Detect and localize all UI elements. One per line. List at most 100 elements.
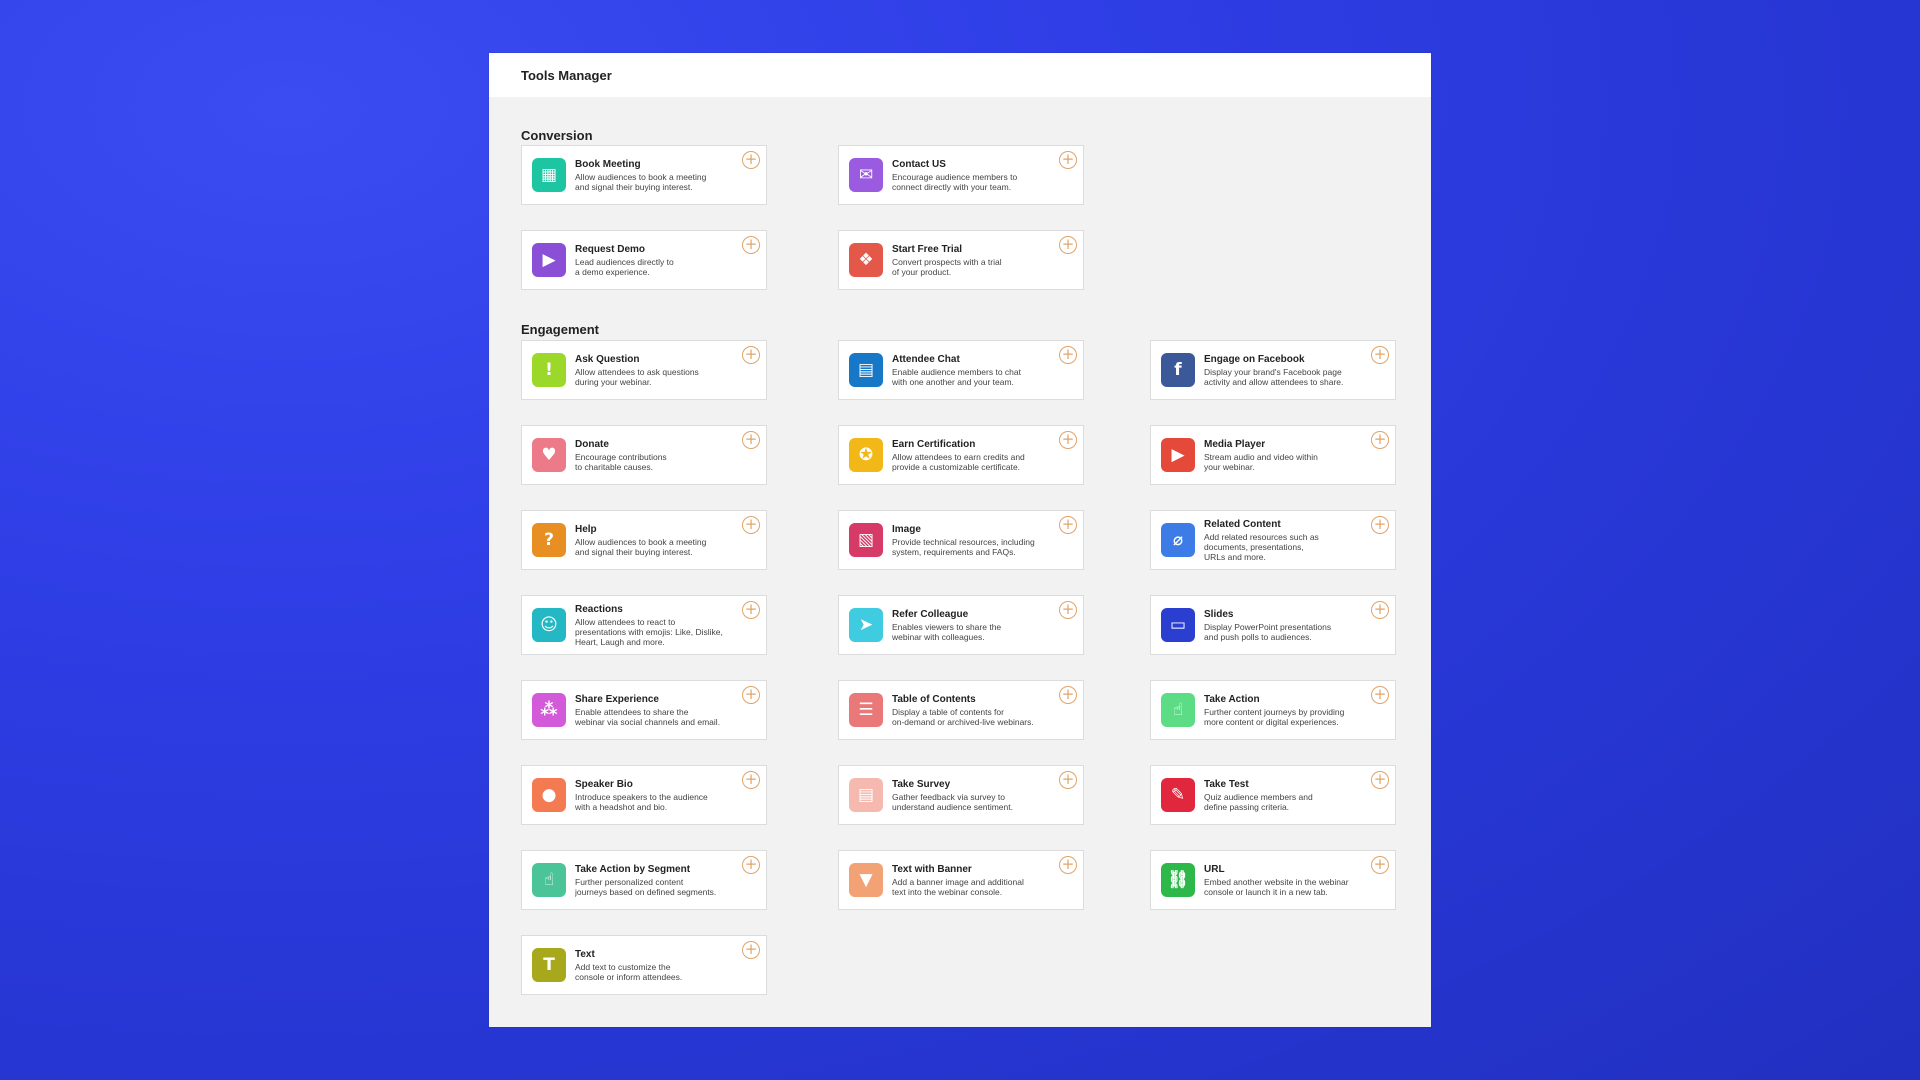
tool-card-description: Display a table of contents for on-deman… [892,706,1034,727]
person-icon: ● [532,778,566,812]
tool-card-text[interactable]: T Text Add text to customize the console o… [521,935,767,995]
tool-card-engage-on-facebook[interactable]: f Engage on Facebook Display your brand's … [1150,340,1396,400]
envelope-icon: ✉ [849,158,883,192]
tool-card-text: Attendee Chat Enable audience members to … [892,354,1056,387]
tool-card-title: Engage on Facebook [1204,353,1305,365]
add-tool-icon[interactable]: + [1059,516,1077,534]
tool-card-title: Share Experience [575,693,659,705]
add-tool-icon[interactable]: + [1059,771,1077,789]
add-tool-icon[interactable]: + [1059,686,1077,704]
tool-card-description: Display PowerPoint presentations and pus… [1204,621,1332,642]
tool-card-reactions[interactable]: ☺ Reactions Allow attendees to react to pr… [521,595,767,655]
add-tool-icon[interactable]: + [742,771,760,789]
tool-card-text: Book Meeting Allow audiences to book a me… [575,159,739,192]
tool-card-text: Media Player Stream audio and video withi… [1204,439,1368,472]
tool-card-help[interactable]: ? Help Allow audiences to book a meeting a… [521,510,767,570]
tool-card-title: Table of Contents [892,693,976,705]
ribbon-icon: ✪ [849,438,883,472]
tool-card-related-content[interactable]: ⌀ Related Content Add related resources su… [1150,510,1396,570]
add-tool-icon[interactable]: + [742,236,760,254]
tool-card-title: Speaker Bio [575,778,633,790]
tool-card-start-free-trial[interactable]: ❖ Start Free Trial Convert prospects with … [838,230,1084,290]
tool-card-text: Speaker Bio Introduce speakers to the aud… [575,779,739,812]
tool-card-title: Contact US [892,158,946,170]
tool-card-image[interactable]: ▧ Image Provide technical resources, inclu… [838,510,1084,570]
tool-card-book-meeting[interactable]: ▦ Book Meeting Allow audiences to book a m… [521,145,767,205]
add-tool-icon[interactable]: + [1371,686,1389,704]
tool-card-title: Text [575,948,595,960]
text-icon: T [532,948,566,982]
tool-card-title: Take Action by Segment [575,863,691,875]
add-tool-icon[interactable]: + [742,516,760,534]
add-tool-icon[interactable]: + [742,856,760,874]
add-tool-icon[interactable]: + [742,431,760,449]
tool-card-description: Encourage audience members to connect di… [892,171,1018,192]
tool-card-url[interactable]: ⛓ URL Embed another website in the webinar… [1150,850,1396,910]
tool-card-take-survey[interactable]: ▤ Take Survey Gather feedback via survey t… [838,765,1084,825]
add-tool-icon[interactable]: + [1059,151,1077,169]
add-tool-icon[interactable]: + [742,601,760,619]
test-icon: ✎ [1161,778,1195,812]
tool-card-ask-question[interactable]: ! Ask Question Allow attendees to ask ques… [521,340,767,400]
share-icon: ⁂ [532,693,566,727]
tool-card-title: Request Demo [575,243,646,255]
add-tool-icon[interactable]: + [1059,431,1077,449]
tool-card-description: Display your brand's Facebook page activ… [1204,366,1344,387]
tool-card-attendee-chat[interactable]: ▤ Attendee Chat Enable audience members to… [838,340,1084,400]
tool-card-refer-colleague[interactable]: ➤ Refer Colleague Enables viewers to share… [838,595,1084,655]
add-tool-icon[interactable]: + [1059,236,1077,254]
tool-card-text-with-banner[interactable]: ▼ Text with Banner Add a banner image and … [838,850,1084,910]
tool-card-text: Text with Banner Add a banner image and a… [892,864,1056,897]
tool-card-description: Enable attendees to share the webinar vi… [575,706,721,727]
tool-card-slides[interactable]: ▭ Slides Display PowerPoint presentations … [1150,595,1396,655]
add-tool-icon[interactable]: + [742,151,760,169]
tool-card-title: Media Player [1204,438,1266,450]
add-tool-icon[interactable]: + [742,686,760,704]
add-tool-icon[interactable]: + [1371,346,1389,364]
add-tool-icon[interactable]: + [742,941,760,959]
tool-card-text: Reactions Allow attendees to react to pre… [575,604,739,647]
tool-card-text: Refer Colleague Enables viewers to share … [892,609,1056,642]
tool-card-share-experience[interactable]: ⁂ Share Experience Enable attendees to sha… [521,680,767,740]
tool-card-take-test[interactable]: ✎ Take Test Quiz audience members and defi… [1150,765,1396,825]
tool-card-text: Engage on Facebook Display your brand's F… [1204,354,1368,387]
tool-card-title: Image [892,523,921,535]
add-tool-icon[interactable]: + [1371,516,1389,534]
add-tool-icon[interactable]: + [1371,431,1389,449]
tool-card-text: Start Free Trial Convert prospects with a… [892,244,1056,277]
section-title-conversion: Conversion [521,128,593,143]
tool-card-description: Allow attendees to react to presentation… [575,616,723,647]
tool-card-title: Refer Colleague [892,608,969,620]
tool-card-description: Allow attendees to earn credits and prov… [892,451,1025,472]
chat-icon: ▤ [849,353,883,387]
tool-card-text: URL Embed another website in the webinar … [1204,864,1368,897]
tool-card-request-demo[interactable]: ▶ Request Demo Lead audiences directly to … [521,230,767,290]
tool-card-donate[interactable]: ♥ Donate Encourage contributions to charit… [521,425,767,485]
banner-icon: ▼ [849,863,883,897]
add-tool-icon[interactable]: + [1059,601,1077,619]
video-play-icon: ▶ [532,243,566,277]
add-tool-icon[interactable]: + [1059,346,1077,364]
tool-card-speaker-bio[interactable]: ● Speaker Bio Introduce speakers to the au… [521,765,767,825]
add-tool-icon[interactable]: + [742,346,760,364]
add-tool-icon[interactable]: + [1371,856,1389,874]
tool-card-text: Share Experience Enable attendees to shar… [575,694,739,727]
add-tool-icon[interactable]: + [1371,601,1389,619]
tool-card-text: Table of Contents Display a table of cont… [892,694,1056,727]
tool-card-take-action-by-segment[interactable]: ☝ Take Action by Segment Further personali… [521,850,767,910]
tool-card-description: Encourage contributions to charitable ca… [575,451,667,472]
tool-card-title: URL [1204,863,1225,875]
tool-card-media-player[interactable]: ▶ Media Player Stream audio and video with… [1150,425,1396,485]
facebook-icon: f [1161,353,1195,387]
tool-card-description: Quiz audience members and define passing… [1204,791,1313,812]
tool-card-title: Ask Question [575,353,640,365]
add-tool-icon[interactable]: + [1371,771,1389,789]
tool-card-description: Stream audio and video within your webin… [1204,451,1318,472]
tool-card-table-of-contents[interactable]: ☰ Table of Contents Display a table of con… [838,680,1084,740]
tool-card-earn-certification[interactable]: ✪ Earn Certification Allow attendees to ea… [838,425,1084,485]
tool-card-description: Introduce speakers to the audience with … [575,791,708,812]
tool-card-contact-us[interactable]: ✉ Contact US Encourage audience members to… [838,145,1084,205]
tool-card-take-action[interactable]: ☝ Take Action Further content journeys by … [1150,680,1396,740]
add-tool-icon[interactable]: + [1059,856,1077,874]
heart-icon: ♥ [532,438,566,472]
